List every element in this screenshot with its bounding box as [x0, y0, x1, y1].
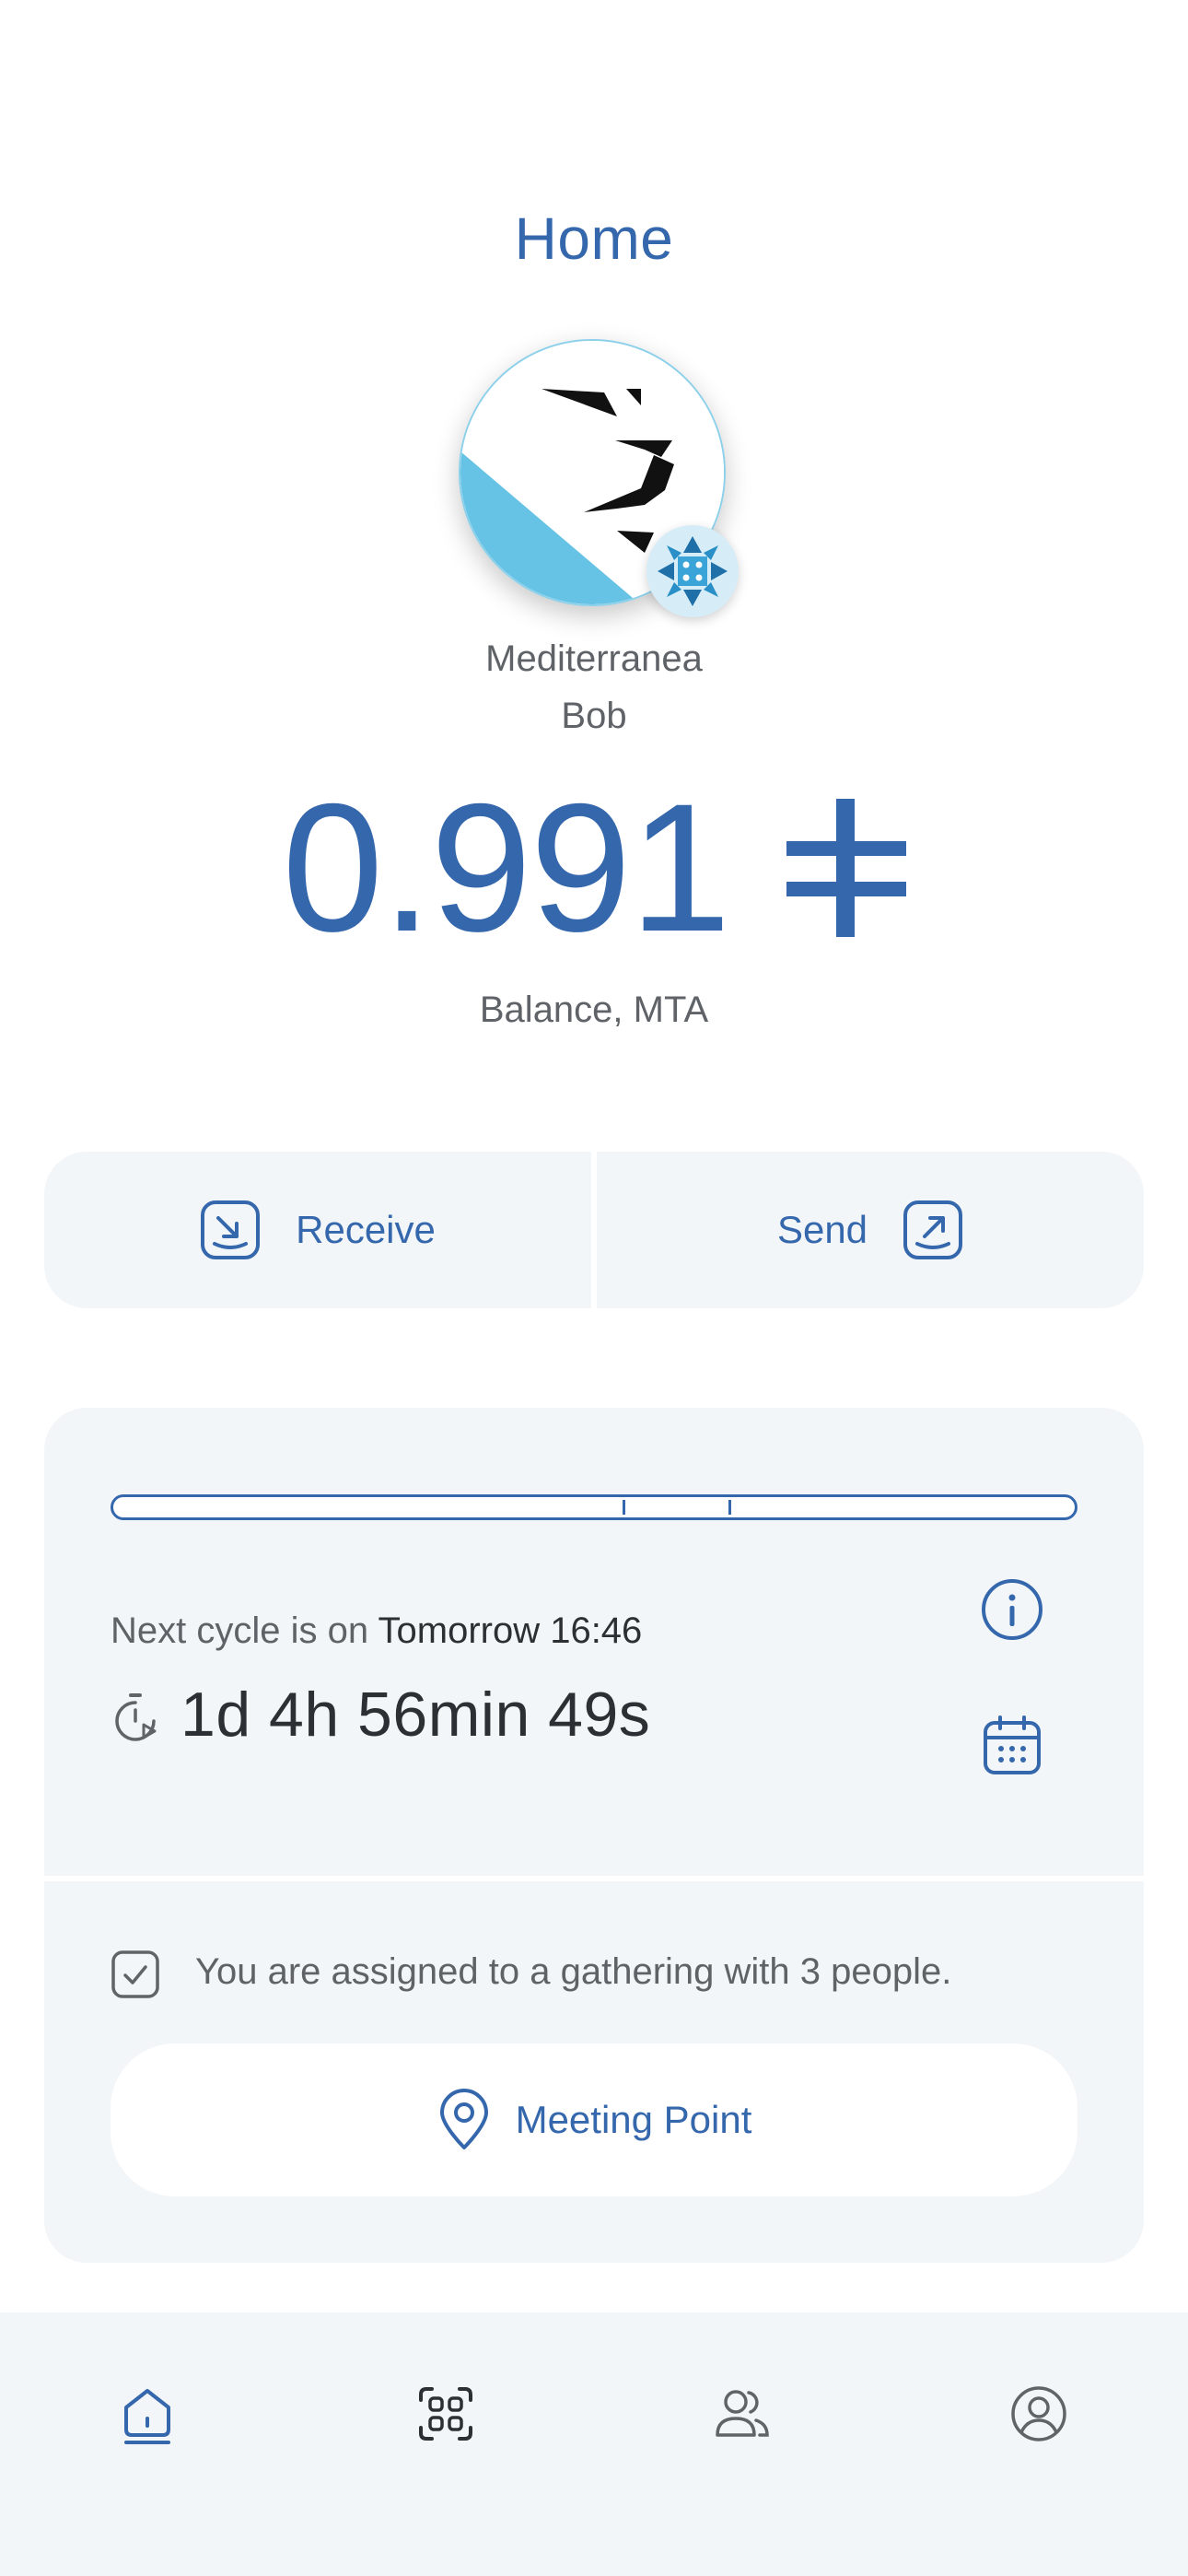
user-circle-icon [1011, 2386, 1066, 2441]
receive-button[interactable]: Receive [44, 1152, 591, 1308]
tab-home[interactable] [92, 2359, 203, 2469]
info-icon[interactable] [980, 1577, 1044, 1642]
send-label: Send [776, 1208, 868, 1251]
timer-icon [115, 1693, 157, 1741]
community-name-line2: Bob [561, 696, 627, 736]
qr-scan-icon [419, 2387, 472, 2441]
checkbox-checked-icon [111, 1950, 159, 1998]
location-pin-icon [439, 2089, 488, 2149]
tab-profile[interactable] [984, 2359, 1094, 2469]
pattern-badge-icon [658, 536, 728, 606]
next-cycle-prefix: Next cycle is on [111, 1610, 369, 1651]
next-cycle-time: Tomorrow 16:46 [378, 1610, 643, 1651]
next-cycle-text: Next cycle is on Tomorrow 16:46 [111, 1610, 642, 1652]
tab-contacts[interactable] [687, 2359, 798, 2469]
home-icon [124, 2389, 170, 2444]
cycle-progress-bar [111, 1494, 1077, 1520]
community-name-line1: Mediterranea [485, 638, 703, 679]
send-button[interactable]: Send [597, 1152, 1144, 1308]
leu-currency-icon [786, 799, 906, 937]
bottom-tab-bar [0, 2313, 1188, 2576]
countdown-timer: 1d 4h 56min 49s [181, 1680, 651, 1750]
meeting-point-label: Meeting Point [515, 2098, 752, 2141]
balance-value: 0.991 [282, 766, 730, 969]
phase-marker-assigning [728, 1500, 731, 1515]
phase-marker-registering [623, 1500, 625, 1515]
balance-label: Balance, MTA [479, 989, 709, 1030]
community-name: Mediterranea Bob [0, 630, 1188, 744]
arrow-down-tray-icon [201, 1200, 261, 1259]
page-title: Home [514, 205, 674, 272]
gathering-assignment-text: You are assigned to a gathering with 3 p… [195, 1951, 952, 1992]
people-icon [716, 2390, 769, 2437]
arrow-up-tray-icon [903, 1200, 963, 1259]
community-badge [646, 525, 739, 617]
receive-label: Receive [296, 1208, 436, 1251]
calendar-icon[interactable] [980, 1714, 1044, 1778]
balance-display: 0.991 [0, 776, 1188, 960]
community-avatar[interactable] [459, 339, 739, 617]
meeting-point-button[interactable]: Meeting Point [111, 2043, 1077, 2196]
tab-scan[interactable] [390, 2359, 501, 2469]
